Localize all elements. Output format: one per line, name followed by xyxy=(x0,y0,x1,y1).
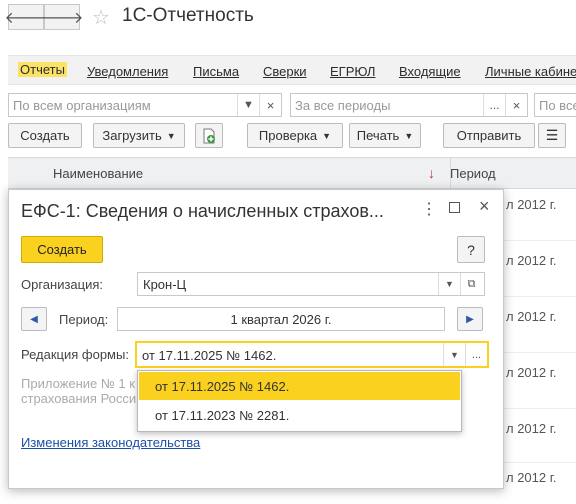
chevron-down-icon[interactable]: ▼ xyxy=(237,94,259,116)
grid-header: Наименование ↓ Период xyxy=(8,157,576,189)
section-letters[interactable]: Письма xyxy=(193,64,239,79)
organization-label: Организация: xyxy=(21,277,104,292)
edition-option[interactable]: от 17.11.2023 № 2281. xyxy=(139,401,460,429)
period-cell: л 2012 г. xyxy=(506,197,557,212)
window-title: 1С-Отчетность xyxy=(122,5,254,26)
column-period-header[interactable]: Период xyxy=(450,166,496,181)
organization-filter-placeholder: По всем организациям xyxy=(13,98,151,113)
more-options-icon[interactable]: ⋮ xyxy=(421,199,437,219)
forward-button[interactable]: 🡒 xyxy=(41,4,83,30)
edition-label: Редакция формы: xyxy=(21,347,129,362)
triangle-right-icon: ▶ xyxy=(466,313,474,325)
maximize-icon[interactable] xyxy=(449,202,460,213)
edition-option[interactable]: от 17.11.2025 № 1462. xyxy=(139,372,460,400)
triangle-left-icon: ◀ xyxy=(30,313,38,325)
clear-icon[interactable]: × xyxy=(259,94,281,116)
period-cell: л 2012 г. xyxy=(506,421,557,436)
dropdown-arrow-icon: ▼ xyxy=(166,130,176,141)
period-filter-placeholder: За все периоды xyxy=(295,98,391,113)
period-cell: л 2012 г. xyxy=(506,253,557,268)
load-button[interactable]: Загрузить ▼ xyxy=(93,123,185,148)
previous-period-button[interactable]: ◀ xyxy=(21,307,47,331)
list-menu-button[interactable]: ☰ xyxy=(538,123,566,148)
edition-field[interactable]: от 17.11.2025 № 1462. ▼ ... xyxy=(135,341,489,368)
sections-bar: Отчеты Уведомления Письма Сверки ЕГРЮЛ В… xyxy=(8,55,576,85)
check-label: Проверка xyxy=(258,128,318,143)
efs1-dialog: ЕФС-1: Сведения о начисленных страхов...… xyxy=(8,189,504,489)
section-reconciliations[interactable]: Сверки xyxy=(263,64,307,79)
period-label: Период: xyxy=(59,312,109,327)
third-filter-placeholder: По все xyxy=(539,98,576,113)
period-value: 1 квартал 2026 г. xyxy=(230,312,332,327)
column-name-header[interactable]: Наименование xyxy=(53,166,143,181)
period-cell: л 2012 г. xyxy=(506,309,557,324)
clear-icon[interactable]: × xyxy=(505,94,527,116)
add-document-button[interactable] xyxy=(195,123,223,148)
close-icon[interactable]: × xyxy=(479,196,490,217)
add-document-icon xyxy=(203,128,215,143)
help-button[interactable]: ? xyxy=(457,236,485,263)
favorite-star-icon[interactable]: ☆ xyxy=(92,5,110,30)
send-button[interactable]: Отправить xyxy=(443,123,535,148)
chevron-down-icon[interactable]: ▼ xyxy=(438,273,460,295)
dialog-create-button[interactable]: Создать xyxy=(21,236,103,263)
arrow-right-icon: 🡒 xyxy=(40,9,84,27)
chevron-down-icon[interactable]: ▼ xyxy=(443,343,465,366)
check-button[interactable]: Проверка ▼ xyxy=(247,123,343,148)
load-label: Загрузить xyxy=(102,128,162,143)
note-text: Приложение № 1 к страхования Росси xyxy=(21,376,136,406)
legislation-changes-link[interactable]: Изменения законодательства xyxy=(21,435,200,450)
dropdown-arrow-icon: ▼ xyxy=(404,130,414,141)
ellipsis-icon[interactable]: ... xyxy=(465,343,487,366)
section-reports[interactable]: Отчеты xyxy=(18,62,67,77)
organization-field[interactable]: Крон-Ц ▼ ⧉ xyxy=(137,272,485,296)
period-cell: л 2012 г. xyxy=(506,470,557,485)
edition-value: от 17.11.2025 № 1462. xyxy=(142,348,277,363)
list-menu-icon: ☰ xyxy=(545,127,559,143)
organization-filter[interactable]: По всем организациям ▼ × xyxy=(8,93,282,117)
next-period-button[interactable]: ▶ xyxy=(457,307,483,331)
print-label: Печать xyxy=(356,128,400,143)
period-filter[interactable]: За все периоды ... × xyxy=(290,93,528,117)
third-filter[interactable]: По все xyxy=(534,93,576,117)
period-field[interactable]: 1 квартал 2026 г. xyxy=(117,307,445,331)
note-line-1: Приложение № 1 к xyxy=(21,376,135,391)
organization-value: Крон-Ц xyxy=(143,277,187,292)
section-personal-cabinets[interactable]: Личные кабинеты xyxy=(485,64,576,79)
dialog-title: ЕФС-1: Сведения о начисленных страхов... xyxy=(21,201,384,221)
ellipsis-icon[interactable]: ... xyxy=(483,94,505,116)
back-button[interactable]: 🡐 xyxy=(5,4,47,30)
section-egrul[interactable]: ЕГРЮЛ xyxy=(330,64,375,79)
create-button[interactable]: Создать xyxy=(8,123,82,148)
sort-down-icon: ↓ xyxy=(428,165,435,181)
open-icon[interactable]: ⧉ xyxy=(460,273,482,295)
period-cell: л 2012 г. xyxy=(506,365,557,380)
dropdown-arrow-icon: ▼ xyxy=(322,130,332,141)
section-notifications[interactable]: Уведомления xyxy=(87,64,168,79)
edition-dropdown-list: от 17.11.2025 № 1462. от 17.11.2023 № 22… xyxy=(137,370,462,432)
print-button[interactable]: Печать ▼ xyxy=(349,123,421,148)
section-incoming[interactable]: Входящие xyxy=(399,64,461,79)
note-line-2: страхования Росси xyxy=(21,391,137,406)
